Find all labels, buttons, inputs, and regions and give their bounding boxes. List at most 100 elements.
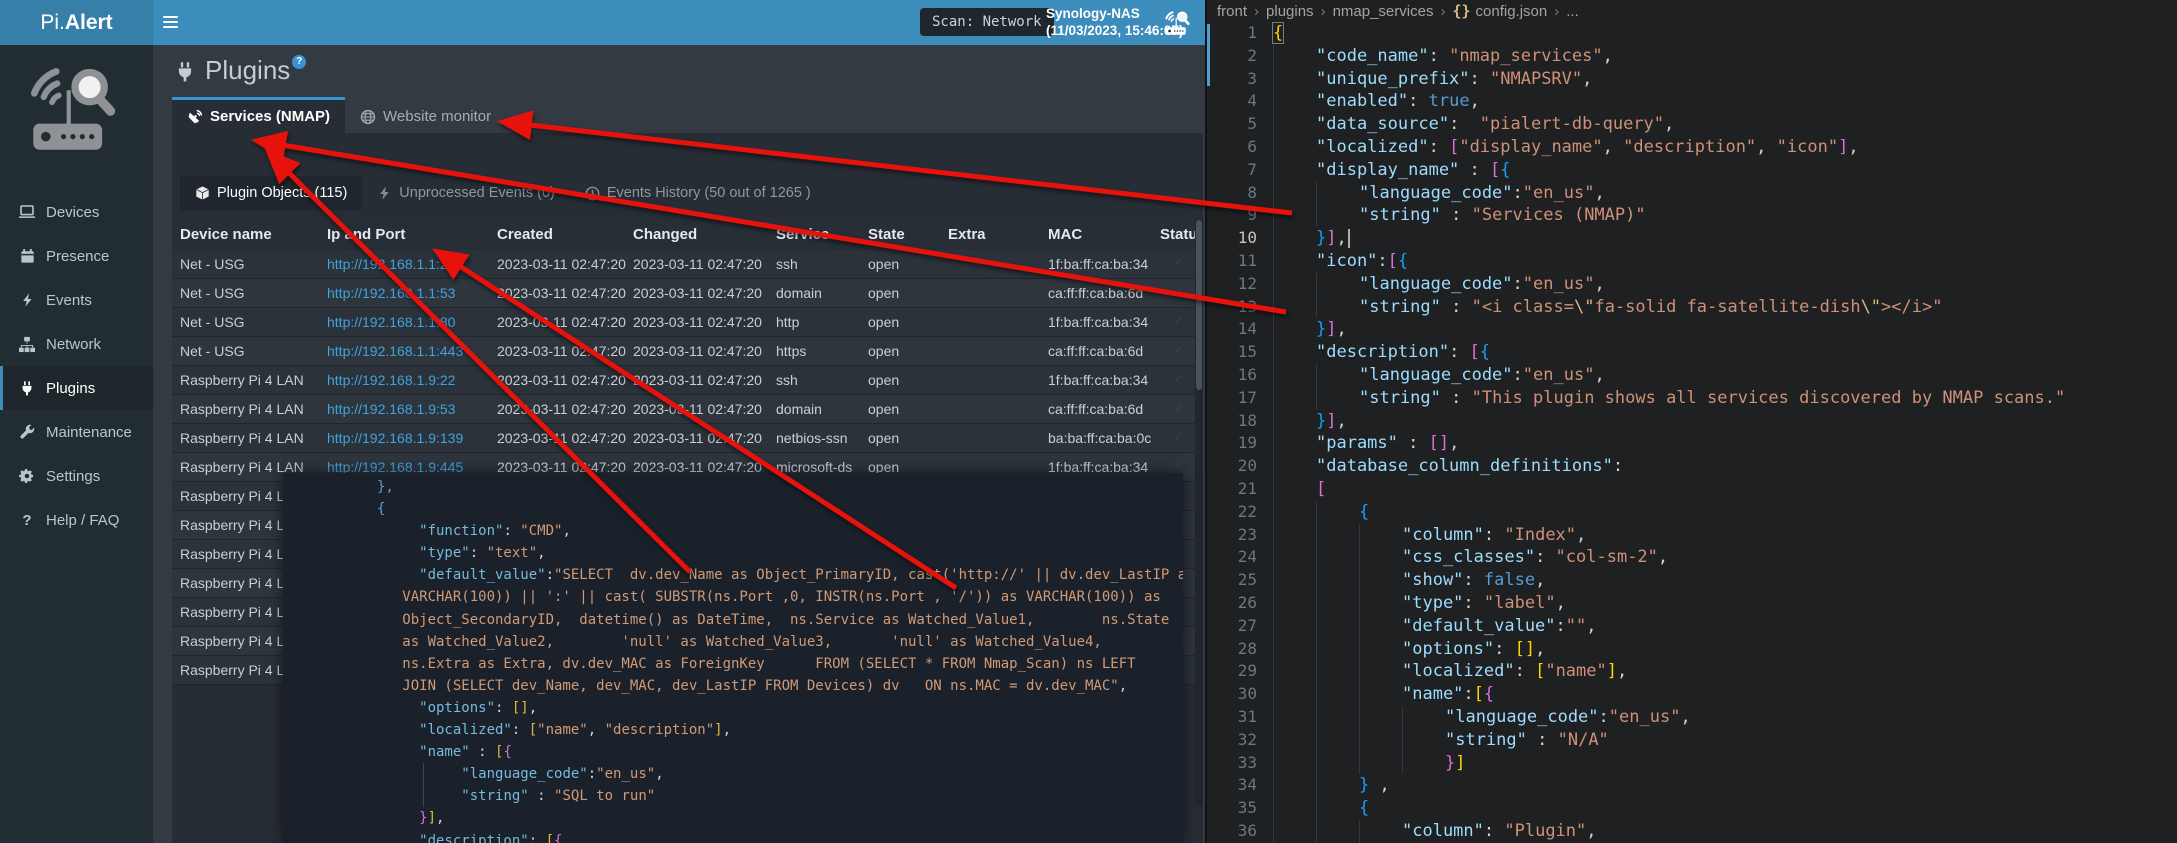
sidebar-item-devices[interactable]: Devices [0,190,153,234]
cell-device-name: Raspberry Pi 4 LAN [180,430,327,446]
code-line: "description": [{ [377,830,1177,843]
sidebar-item-events[interactable]: Events [0,278,153,322]
chevron-right-icon: › [1554,3,1559,20]
line-number: 26 [1207,592,1273,615]
line-content: "display_name" : [{ [1273,159,1511,182]
editor-line: 16"language_code":"en_us", [1207,364,2177,387]
editor-line: 25"show": false, [1207,569,2177,592]
editor-line: 11"icon":[{ [1207,250,2177,273]
line-number: 19 [1207,432,1273,455]
brand-logo[interactable]: Pi.Alert [0,0,153,45]
cell-status [1160,401,1195,417]
help-badge[interactable]: ? [292,55,306,69]
cell-ip-port: http://192.168.1.9:139 [327,430,497,446]
subtab-label: Plugin Objects (115) [217,185,347,201]
ip-port-link[interactable]: http://192.168.1.9:139 [327,430,463,446]
editor-line: 34} , [1207,774,2177,797]
line-number: 29 [1207,660,1273,683]
ip-port-link[interactable]: http://192.168.1.9:22 [327,372,455,388]
line-content: "name":[{ [1273,683,1494,706]
column-header-ip-and-port: Ip and Port [327,226,497,243]
cell-service: https [776,343,868,359]
cell-state: open [868,372,948,388]
line-number: 7 [1207,159,1273,182]
cell-device-name: Raspberry Pi 4 LAN [180,401,327,417]
sidebar-item-label: Maintenance [46,424,132,441]
scrollbar-thumb[interactable] [1196,220,1202,390]
line-content: "enabled": true, [1273,90,1480,113]
subtab-plugin-objects-115[interactable]: Plugin Objects (115) [180,176,362,210]
scan-status-badge: Scan: Network [920,8,1054,36]
sidebar-item-settings[interactable]: Settings [0,454,153,498]
subtab-label: Unprocessed Events (0) [399,185,555,201]
editor-line: 10}], [1207,227,2177,250]
line-number: 16 [1207,364,1273,387]
sidebar-item-label: Events [46,292,92,309]
code-line: { [377,498,1177,520]
editor-line: 21[ [1207,478,2177,501]
cell-status [1160,314,1195,330]
column-header-mac: MAC [1048,226,1160,243]
line-content: }], [1273,227,1350,250]
line-number: 34 [1207,774,1273,797]
code-line: }], [377,807,1177,829]
bolt-icon [377,185,392,201]
page-title: Plugins [205,53,290,87]
line-number: 2 [1207,45,1273,68]
tab-website-monitor[interactable]: Website monitor [345,97,506,133]
line-content: "show": false, [1273,569,1545,592]
table-scrollbar[interactable] [1195,218,1203,806]
ip-port-link[interactable]: http://192.168.1.9:53 [327,401,455,417]
column-header-state: State [868,226,948,243]
editor-line: 22{ [1207,501,2177,524]
ip-port-link[interactable]: http://192.168.1.1:53 [327,285,455,301]
line-content: "language_code":"en_us", [1273,706,1691,729]
wrench-icon [17,423,37,441]
menu-icon[interactable] [163,13,185,33]
cell-mac: 1f:ba:ff:ca:ba:34 [1048,314,1160,330]
breadcrumb: front›plugins›nmap_services›{}config.jso… [1207,0,2177,22]
question-icon: ? [17,511,37,529]
ip-port-link[interactable]: http://192.168.1.1:443 [327,343,463,359]
cell-ip-port: http://192.168.1.1:53 [327,285,497,301]
subtab-unprocessed-events-0[interactable]: Unprocessed Events (0) [362,176,570,210]
table-row: Net - USGhttp://192.168.1.1:4432023-03-1… [172,337,1195,366]
editor-code-lines: 1{2"code_name": "nmap_services",3"unique… [1207,22,2177,843]
bolt-icon [17,291,37,309]
line-number: 20 [1207,455,1273,478]
breadcrumb-item-front[interactable]: front [1217,3,1247,20]
cell-state: open [868,401,948,417]
cell-state: open [868,430,948,446]
subtab-events-history-50-out-of-1265[interactable]: Events History (50 out of 1265 ) [570,176,826,210]
line-number: 33 [1207,752,1273,775]
sidebar-item-network[interactable]: Network [0,322,153,366]
table-row: Net - USGhttp://192.168.1.1:802023-03-11… [172,308,1195,337]
column-header-created: Created [497,226,633,243]
cell-changed: 2023-03-11 02:47:20 [633,256,776,272]
line-content: "code_name": "nmap_services", [1273,45,1613,68]
code-line: "default_value":"SELECT dv.dev_Name as O… [377,564,1177,586]
line-content: "description": [{ [1273,341,1490,364]
sidebar-item-plugins[interactable]: Plugins [0,366,153,410]
ip-port-link[interactable]: http://192.168.1.1:22 [327,256,455,272]
vscode-editor[interactable]: front›plugins›nmap_services›{}config.jso… [1205,0,2177,843]
cube-icon [195,185,210,201]
sidebar-item-help-faq[interactable]: ?Help / FAQ [0,498,153,542]
editor-line: 30"name":[{ [1207,683,2177,706]
editor-line: 3"unique_prefix": "NMAPSRV", [1207,68,2177,91]
breadcrumb-item-plugins[interactable]: plugins [1266,3,1314,20]
breadcrumb-item-[interactable]: ... [1566,3,1579,20]
breadcrumb-item-config-json[interactable]: {}config.json [1452,2,1547,20]
line-content: { [1273,501,1369,524]
column-header-extra: Extra [948,226,1048,243]
cell-status [1160,430,1195,446]
breadcrumb-item-nmap-services[interactable]: nmap_services [1333,3,1434,20]
cell-device-name: Raspberry Pi 4 LAN [180,372,327,388]
code-line: "language_code":"en_us", [377,763,1177,785]
ip-port-link[interactable]: http://192.168.1.1:80 [327,314,455,330]
tab-services-nmap[interactable]: Services (NMAP) [172,97,345,133]
cell-ip-port: http://192.168.1.9:22 [327,372,497,388]
sidebar-item-maintenance[interactable]: Maintenance [0,410,153,454]
editor-line: 35{ [1207,797,2177,820]
sidebar-item-presence[interactable]: Presence [0,234,153,278]
